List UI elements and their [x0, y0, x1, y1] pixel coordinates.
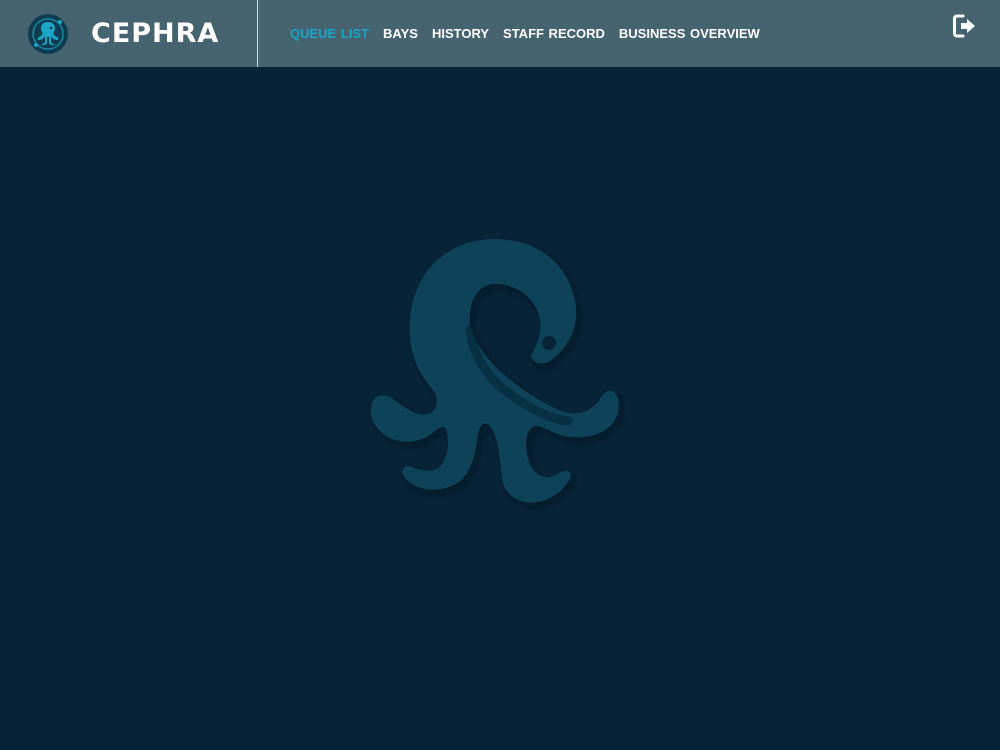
octopus-watermark-icon — [370, 239, 619, 503]
main-content — [0, 67, 1000, 750]
top-navigation-bar: CEPHRA QUEUE LIST BAYS HISTORY STAFF REC… — [0, 0, 1000, 67]
main-nav: QUEUE LIST BAYS HISTORY STAFF RECORD BUS… — [290, 25, 774, 45]
nav-item-business-overview[interactable]: BUSINESS OVERVIEW — [619, 25, 760, 45]
nav-item-history[interactable]: HISTORY — [432, 25, 489, 45]
nav-item-bays[interactable]: BAYS — [383, 25, 418, 45]
app-name: CEPHRA — [91, 18, 220, 49]
octopus-logo-icon — [28, 14, 68, 54]
nav-item-queue-list[interactable]: QUEUE LIST — [290, 25, 369, 45]
brand: CEPHRA — [0, 0, 258, 67]
logout-icon[interactable] — [952, 13, 978, 39]
nav-item-staff-record[interactable]: STAFF RECORD — [503, 25, 605, 45]
